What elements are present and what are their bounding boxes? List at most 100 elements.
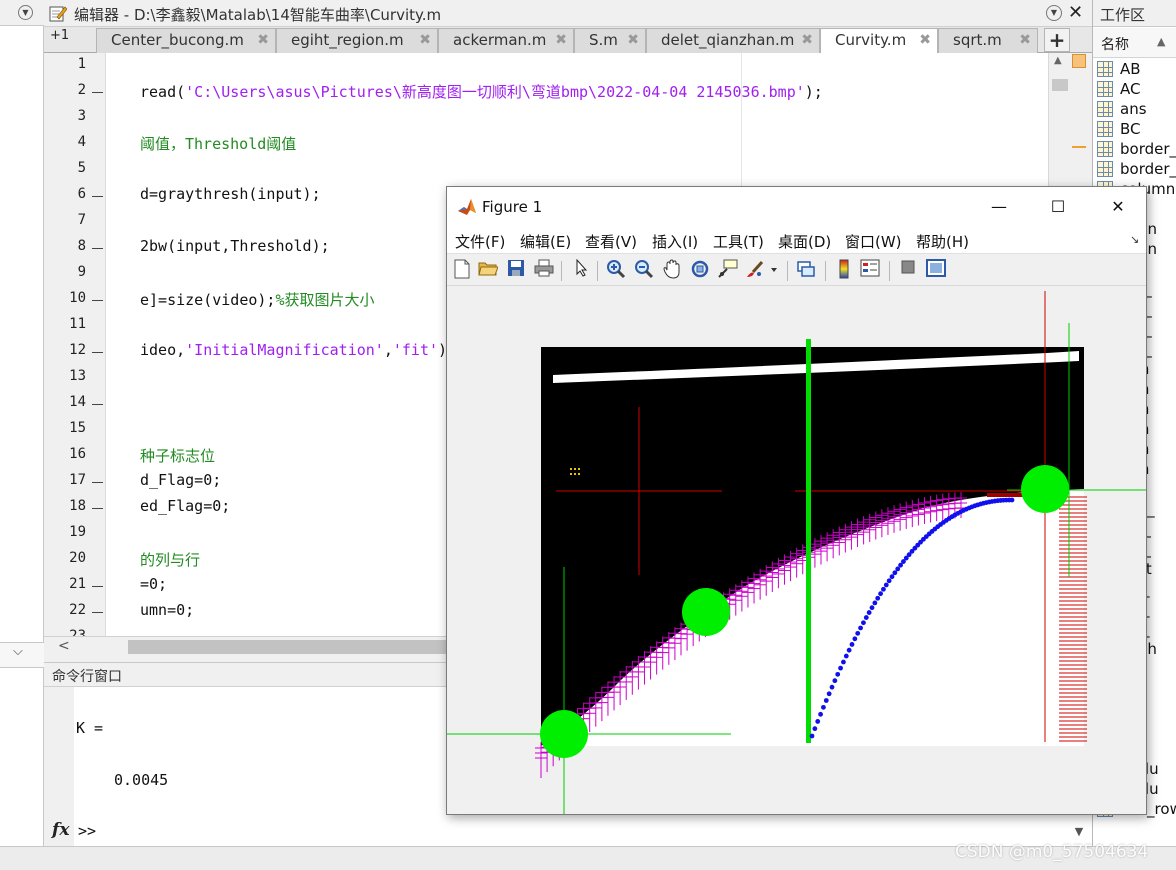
minimize-button[interactable]: — — [984, 195, 1014, 219]
workspace-variable[interactable]: ans — [1093, 99, 1176, 119]
command-window-titlebar: 命令行窗口 — [44, 662, 448, 687]
chevron-down-icon[interactable]: ⌵ — [13, 644, 23, 659]
new-tab-button[interactable]: + — [1044, 28, 1070, 52]
code-line[interactable]: 的列与行 — [140, 549, 200, 570]
workspace-variable[interactable]: AC — [1093, 79, 1176, 99]
code-line[interactable]: d=graythresh(input); — [140, 185, 321, 203]
tab-curvity[interactable]: Curvity.m ✖ — [820, 28, 938, 54]
new-figure-icon[interactable] — [451, 259, 473, 281]
code-line[interactable]: ideo,'InitialMagnification','fit') — [140, 341, 447, 359]
figure-axes[interactable] — [447, 287, 1146, 814]
code-line[interactable]: ed_Flag=0; — [140, 497, 230, 515]
menu-edit[interactable]: 编辑(E) — [520, 231, 571, 252]
breakpoint-marker[interactable] — [92, 352, 103, 353]
tab-close-icon[interactable]: ✖ — [919, 29, 931, 52]
path-point — [872, 600, 878, 606]
tab-close-icon[interactable]: ✖ — [257, 29, 269, 52]
scroll-left-icon[interactable]: < — [58, 638, 70, 654]
code-token: ideo, — [140, 341, 186, 359]
scrollbar-thumb[interactable] — [1052, 79, 1068, 91]
breakpoint-marker[interactable] — [92, 248, 103, 249]
breakpoint-marker[interactable] — [92, 508, 103, 509]
figure-titlebar[interactable]: Figure 1 — ☐ ✕ — [447, 187, 1146, 227]
variable-name: AC — [1120, 80, 1141, 98]
breakpoint-marker[interactable] — [92, 404, 103, 405]
code-line[interactable]: =0; — [140, 575, 167, 593]
code-line[interactable]: 阈值，Threshold阈值 — [140, 133, 296, 154]
workspace-name-column-header[interactable]: 名称 ▲ — [1093, 28, 1176, 58]
figure-menubar: 文件(F) 编辑(E) 查看(V) 插入(I) 工具(T) 桌面(D) 窗口(W… — [447, 227, 1146, 254]
warning-marker[interactable] — [1072, 146, 1086, 148]
tab-egiht-region[interactable]: egiht_region.m ✖ — [276, 28, 438, 53]
link-plot-icon[interactable] — [795, 259, 817, 281]
brush-icon[interactable] — [745, 259, 779, 281]
save-icon[interactable] — [505, 259, 527, 281]
tab-close-icon[interactable]: ✖ — [801, 29, 813, 52]
data-cursor-icon[interactable] — [717, 259, 739, 281]
breakpoint-marker[interactable] — [92, 300, 103, 301]
show-plot-tools-icon[interactable] — [925, 259, 947, 281]
breakpoint-marker[interactable] — [92, 586, 103, 587]
code-line[interactable]: read('C:\Users\asus\Pictures\新高度图一切顺利\弯道… — [140, 81, 823, 102]
editor-close-icon[interactable]: ✕ — [1068, 2, 1083, 23]
menu-window[interactable]: 窗口(W) — [845, 231, 902, 252]
editor-menu-icon[interactable]: ▼ — [1046, 5, 1062, 21]
command-prompt[interactable]: >> — [78, 822, 96, 840]
sort-ascending-icon[interactable]: ▲ — [1157, 35, 1165, 48]
editor-tabbar: +1 Center_bucong.m ✖ egiht_region.m ✖ acke… — [44, 27, 1092, 54]
menu-view[interactable]: 查看(V) — [585, 231, 637, 252]
code-line[interactable]: 种子标志位 — [140, 445, 215, 466]
colorbar-icon[interactable] — [833, 259, 855, 281]
workspace-variable[interactable]: border_ — [1093, 159, 1176, 179]
tab-sqrt[interactable]: sqrt.m ✖ — [938, 28, 1038, 53]
workspace-variable[interactable]: BC — [1093, 119, 1176, 139]
workspace-variable[interactable]: border_ — [1093, 139, 1176, 159]
tab-close-icon[interactable]: ✖ — [555, 29, 567, 52]
rotate-3d-icon[interactable] — [689, 259, 711, 281]
tab-center-bucong[interactable]: Center_bucong.m ✖ — [96, 28, 276, 53]
code-analyzer-warning-icon[interactable] — [1072, 54, 1086, 68]
open-file-icon[interactable] — [477, 259, 499, 281]
tab-close-icon[interactable]: ✖ — [627, 29, 639, 52]
tab-ackerman[interactable]: ackerman.m ✖ — [438, 28, 574, 53]
code-line[interactable]: 2bw(input,Threshold); — [140, 237, 330, 255]
function-browser-icon[interactable]: fx — [52, 820, 69, 840]
print-icon[interactable] — [533, 259, 555, 281]
close-button[interactable]: ✕ — [1103, 195, 1133, 219]
dock-arrow-icon[interactable]: ↘ — [1130, 233, 1139, 246]
tab-close-icon[interactable]: ✖ — [1019, 29, 1031, 52]
path-point — [835, 671, 841, 677]
tab-delet-qianzhan[interactable]: delet_qianzhan.m ✖ — [646, 28, 820, 53]
code-line[interactable]: umn=0; — [140, 601, 194, 619]
menu-file[interactable]: 文件(F) — [455, 231, 505, 252]
legend-icon[interactable] — [859, 259, 881, 281]
figure-title: Figure 1 — [482, 198, 543, 216]
menu-desktop[interactable]: 桌面(D) — [778, 231, 831, 252]
workspace-variable[interactable]: AB — [1093, 59, 1176, 79]
pan-icon[interactable] — [661, 259, 683, 281]
menu-insert[interactable]: 插入(I) — [652, 231, 698, 252]
menu-tools[interactable]: 工具(T) — [713, 231, 764, 252]
panel-menu-icon[interactable]: ▼ — [18, 5, 33, 20]
scroll-down-icon[interactable]: ▼ — [1068, 820, 1090, 844]
breakpoint-marker[interactable] — [92, 612, 103, 613]
scroll-up-icon[interactable]: ▲ — [1054, 55, 1062, 66]
tab-s[interactable]: S.m ✖ — [574, 28, 646, 53]
figure-canvas[interactable] — [447, 287, 1146, 814]
pointer-icon[interactable] — [571, 258, 593, 281]
breakpoint-marker[interactable] — [92, 482, 103, 483]
tab-overflow-indicator[interactable]: +1 — [50, 28, 69, 43]
figure-window[interactable]: Figure 1 — ☐ ✕ 文件(F) 编辑(E) 查看(V) 插入(I) 工… — [446, 186, 1147, 815]
code-line[interactable]: e]=size(video);%获取图片大小 — [140, 289, 375, 310]
breakpoint-marker[interactable] — [92, 196, 103, 197]
zoom-out-icon[interactable] — [633, 259, 655, 281]
tab-close-icon[interactable]: ✖ — [419, 29, 431, 52]
line-number: 12 — [69, 342, 86, 358]
path-point — [832, 678, 838, 684]
code-line[interactable]: d_Flag=0; — [140, 471, 221, 489]
maximize-button[interactable]: ☐ — [1043, 195, 1073, 219]
zoom-in-icon[interactable] — [605, 259, 627, 281]
menu-help[interactable]: 帮助(H) — [916, 231, 969, 252]
breakpoint-marker[interactable] — [92, 92, 103, 93]
hide-plot-tools-icon[interactable] — [897, 259, 919, 281]
